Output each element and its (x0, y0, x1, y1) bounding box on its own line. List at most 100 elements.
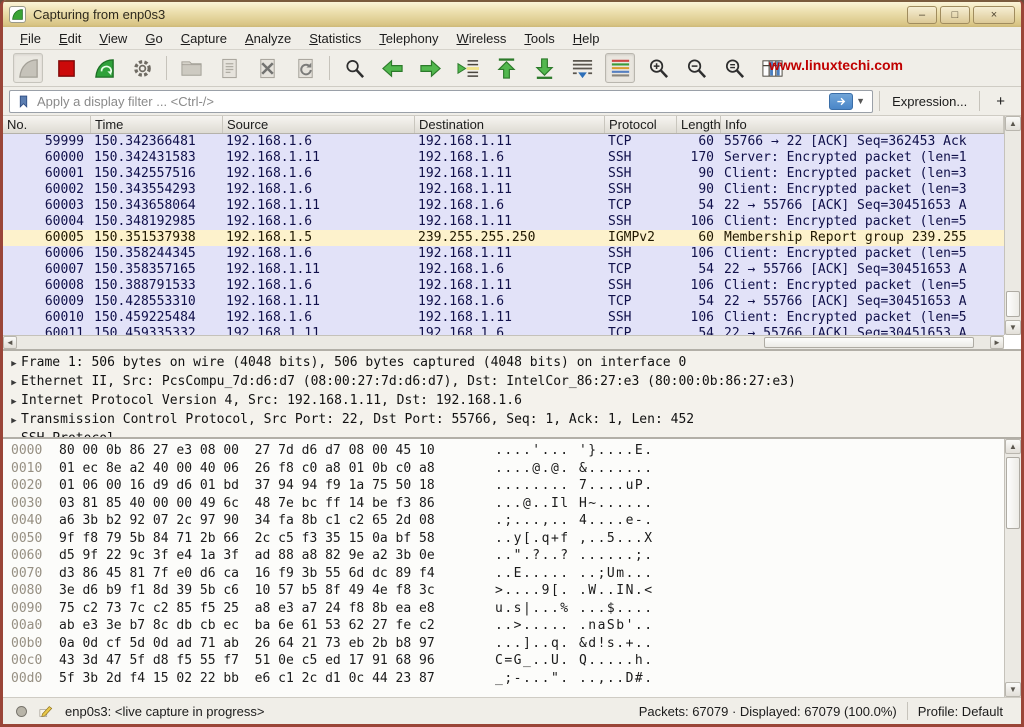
packet-row-60006[interactable]: 60006150.358244345192.168.1.6192.168.1.1… (3, 246, 1004, 262)
menu-capture[interactable]: Capture (172, 29, 236, 48)
hex-row-0000[interactable]: 000080 00 0b 86 27 e3 08 00 27 7d d6 d7 … (3, 442, 1003, 460)
reload-file-icon[interactable] (290, 53, 320, 83)
hex-bytes[interactable]: 0a 0d cf 5d 0d ad 71 ab 26 64 21 73 eb 2… (49, 635, 447, 653)
bytes-vscrollbar[interactable]: ▲ ▼ (1004, 439, 1021, 697)
hex-bytes[interactable]: d3 86 45 81 7f e0 d6 ca 16 f9 3b 55 6d d… (49, 565, 447, 583)
bytes-scroll-down-icon[interactable]: ▼ (1005, 682, 1021, 697)
zoom-in-icon[interactable] (643, 53, 673, 83)
hex-ascii[interactable]: _;-...". ..,..D#. (447, 671, 654, 686)
hex-row-0090[interactable]: 009075 c2 73 7c c2 85 f5 25 a8 e3 a7 24 … (3, 600, 1003, 618)
find-packet-icon[interactable] (339, 53, 369, 83)
start-capture-icon[interactable] (13, 53, 43, 83)
go-next-icon[interactable] (415, 53, 445, 83)
hex-ascii[interactable]: ..y[.q+f ,..5...X (447, 531, 654, 546)
menu-analyze[interactable]: Analyze (236, 29, 300, 48)
hex-ascii[interactable]: C=G_..U. Q.....h. (447, 653, 654, 668)
stop-capture-icon[interactable] (51, 53, 81, 83)
packet-row-60009[interactable]: 60009150.428553310192.168.1.11192.168.1.… (3, 294, 1004, 310)
packet-row-60010[interactable]: 60010150.459225484192.168.1.6192.168.1.1… (3, 310, 1004, 326)
hex-row-0080[interactable]: 00803e d6 b9 f1 8d 39 5b c6 10 57 b5 8f … (3, 582, 1003, 600)
hex-bytes[interactable]: 9f f8 79 5b 84 71 2b 66 2c c5 f3 35 15 0… (49, 530, 447, 548)
capture-comment-icon[interactable] (35, 701, 55, 721)
zoom-out-icon[interactable] (681, 53, 711, 83)
hex-bytes[interactable]: ab e3 3e b7 8c db cb ec ba 6e 61 53 62 2… (49, 617, 447, 635)
hex-ascii[interactable]: .;...,.. 4....e-. (447, 513, 654, 528)
hex-ascii[interactable]: u.s|...% ...$.... (447, 601, 654, 616)
go-previous-icon[interactable] (377, 53, 407, 83)
expert-info-icon[interactable] (11, 701, 31, 721)
colorize-icon[interactable] (605, 53, 635, 83)
column-header-time[interactable]: Time (91, 116, 223, 133)
detail-line-3[interactable]: ▶Transmission Control Protocol, Src Port… (7, 411, 1021, 430)
go-to-packet-icon[interactable] (453, 53, 483, 83)
scroll-right-icon[interactable]: ► (990, 336, 1004, 349)
scroll-down-icon[interactable]: ▼ (1005, 320, 1021, 335)
column-header-length[interactable]: Length (677, 116, 721, 133)
scroll-up-icon[interactable]: ▲ (1005, 116, 1021, 131)
packet-row-60005[interactable]: 60005150.351537938192.168.1.5239.255.255… (3, 230, 1004, 246)
hex-bytes[interactable]: 03 81 85 40 00 00 49 6c 48 7e bc ff 14 b… (49, 495, 447, 513)
packet-row-60000[interactable]: 60000150.342431583192.168.1.11192.168.1.… (3, 150, 1004, 166)
column-header-destination[interactable]: Destination (415, 116, 605, 133)
menu-telephony[interactable]: Telephony (370, 29, 447, 48)
column-header-protocol[interactable]: Protocol (605, 116, 677, 133)
menu-go[interactable]: Go (136, 29, 171, 48)
hex-bytes[interactable]: 75 c2 73 7c c2 85 f5 25 a8 e3 a7 24 f8 8… (49, 600, 447, 618)
packet-row-60003[interactable]: 60003150.343658064192.168.1.11192.168.1.… (3, 198, 1004, 214)
auto-scroll-icon[interactable] (567, 53, 597, 83)
menu-statistics[interactable]: Statistics (300, 29, 370, 48)
detail-line-4[interactable]: ▶SSH Protocol (7, 430, 1021, 437)
column-header-no[interactable]: No. (3, 116, 91, 133)
hex-ascii[interactable]: ..".?..? ......;. (447, 548, 654, 563)
hscroll-thumb[interactable] (764, 337, 974, 348)
hex-row-00a0[interactable]: 00a0ab e3 3e b7 8c db cb ec ba 6e 61 53 … (3, 617, 1003, 635)
hex-bytes[interactable]: 80 00 0b 86 27 e3 08 00 27 7d d6 d7 08 0… (49, 442, 447, 460)
minimize-button[interactable]: – (907, 6, 937, 24)
apply-filter-button[interactable] (829, 93, 853, 110)
packet-row-60008[interactable]: 60008150.388791533192.168.1.6192.168.1.1… (3, 278, 1004, 294)
hex-ascii[interactable]: ...@..Il H~...... (447, 496, 654, 511)
hex-ascii[interactable]: ........ 7....uP. (447, 478, 654, 493)
maximize-button[interactable]: □ (940, 6, 970, 24)
hex-row-00b0[interactable]: 00b00a 0d cf 5d 0d ad 71 ab 26 64 21 73 … (3, 635, 1003, 653)
expander-icon[interactable]: ▶ (7, 375, 21, 392)
hex-ascii[interactable]: ..>..... .naSb'.. (447, 618, 654, 633)
save-file-icon[interactable] (214, 53, 244, 83)
hex-row-0020[interactable]: 002001 06 00 16 d9 d6 01 bd 37 94 94 f9 … (3, 477, 1003, 495)
hex-row-0050[interactable]: 00509f f8 79 5b 84 71 2b 66 2c c5 f3 35 … (3, 530, 1003, 548)
menu-help[interactable]: Help (564, 29, 609, 48)
vscroll-thumb[interactable] (1006, 291, 1020, 317)
menu-view[interactable]: View (90, 29, 136, 48)
go-first-icon[interactable] (491, 53, 521, 83)
hex-ascii[interactable]: ....'... '}....E. (447, 443, 654, 458)
add-filter-button[interactable]: + (986, 93, 1015, 110)
close-file-icon[interactable] (252, 53, 282, 83)
hex-row-0030[interactable]: 003003 81 85 40 00 00 49 6c 48 7e bc ff … (3, 495, 1003, 513)
hex-bytes[interactable]: 01 06 00 16 d9 d6 01 bd 37 94 94 f9 1a 7… (49, 477, 447, 495)
hex-bytes[interactable]: 5f 3b 2d f4 15 02 22 bb e6 c1 2c d1 0c 4… (49, 670, 447, 688)
scroll-left-icon[interactable]: ◄ (3, 336, 17, 349)
packet-row-60001[interactable]: 60001150.342557516192.168.1.6192.168.1.1… (3, 166, 1004, 182)
display-filter-input[interactable] (33, 94, 829, 109)
detail-line-0[interactable]: ▶Frame 1: 506 bytes on wire (4048 bits),… (7, 354, 1021, 373)
menu-edit[interactable]: Edit (50, 29, 90, 48)
bytes-scroll-up-icon[interactable]: ▲ (1005, 439, 1021, 454)
menu-wireless[interactable]: Wireless (448, 29, 516, 48)
hex-row-0040[interactable]: 0040a6 3b b2 92 07 2c 97 90 34 fa 8b c1 … (3, 512, 1003, 530)
detail-line-1[interactable]: ▶Ethernet II, Src: PcsCompu_7d:d6:d7 (08… (7, 373, 1021, 392)
hex-bytes[interactable]: a6 3b b2 92 07 2c 97 90 34 fa 8b c1 c2 6… (49, 512, 447, 530)
hex-ascii[interactable]: >....9[. .W..IN.< (447, 583, 654, 598)
hex-bytes[interactable]: 01 ec 8e a2 40 00 40 06 26 f8 c0 a8 01 0… (49, 460, 447, 478)
profile-indicator[interactable]: Profile: Default (908, 704, 1013, 719)
bytes-vscroll-thumb[interactable] (1006, 457, 1020, 529)
open-file-icon[interactable] (176, 53, 206, 83)
packet-row-59999[interactable]: 59999150.342366481192.168.1.6192.168.1.1… (3, 134, 1004, 150)
packet-list-vscrollbar[interactable]: ▲ ▼ (1004, 116, 1021, 335)
close-button[interactable]: × (973, 6, 1015, 24)
title-bar[interactable]: Capturing from enp0s3 – □ × (3, 0, 1021, 27)
go-last-icon[interactable] (529, 53, 559, 83)
expression-button[interactable]: Expression... (886, 94, 973, 109)
hex-ascii[interactable]: ..E..... ..;Um... (447, 566, 654, 581)
hex-row-00c0[interactable]: 00c043 3d 47 5f d8 f5 55 f7 51 0e c5 ed … (3, 652, 1003, 670)
packet-list-hscrollbar[interactable]: ◄ ► (3, 335, 1004, 349)
